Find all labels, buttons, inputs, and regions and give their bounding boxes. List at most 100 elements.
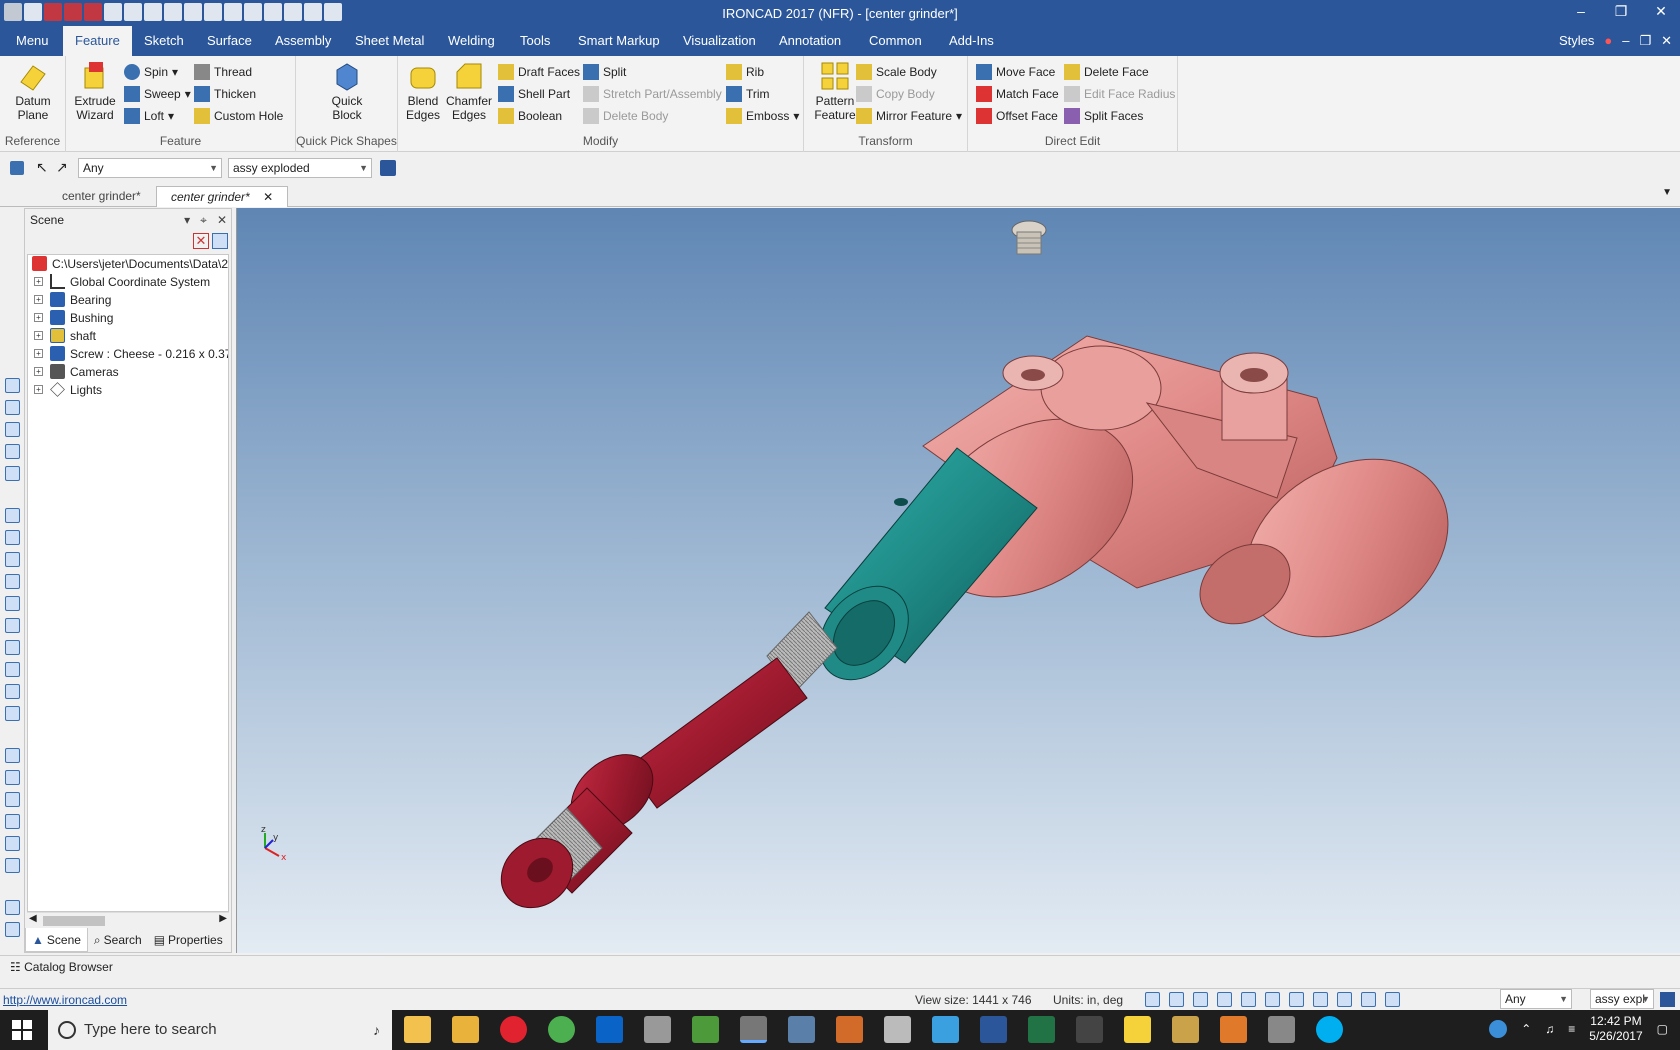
toolbar-icon[interactable] [5,466,20,481]
3d-viewport[interactable]: z y x [236,208,1680,953]
expand-icon[interactable]: + [34,367,43,376]
sticky-notes-icon[interactable] [1124,1016,1151,1043]
taskbar-search-input[interactable]: Type here to search ♪ [48,1010,392,1050]
tree-item-bearing[interactable]: + Bearing [28,291,228,309]
chevron-up-icon[interactable]: ⌃ [1521,1022,1531,1036]
file-explorer-icon[interactable] [404,1016,431,1043]
tab-search[interactable]: ⌕ Search [88,928,148,952]
volume-icon[interactable]: ♫ [1545,1022,1554,1036]
clear-filter-icon[interactable]: ✕ [193,233,209,249]
select-icon[interactable] [10,161,24,175]
copy-body-button[interactable]: Copy Body [856,84,935,104]
loft-button[interactable]: Loft ▾ [124,106,174,126]
doc-tab[interactable]: center grinder* [48,186,155,207]
toolbar-icon[interactable] [5,508,20,523]
chamfer-edges-button[interactable]: Chamfer Edges [444,60,494,122]
tree-item-cameras[interactable]: + Cameras [28,363,228,381]
ironcad-icon[interactable] [740,1016,767,1043]
calculator-icon[interactable] [1076,1016,1103,1043]
app-icon[interactable] [884,1016,911,1043]
tab-tools[interactable]: Tools [508,26,562,56]
screw-part[interactable] [1011,220,1047,255]
display-icon[interactable] [1337,992,1352,1007]
minimize-button[interactable]: – [1570,3,1592,20]
tree-item-lights[interactable]: + Lights [28,381,228,399]
tree-item-screw[interactable]: + Screw : Cheese - 0.216 x 0.375 [28,345,228,363]
scale-body-button[interactable]: Scale Body [856,62,937,82]
pin-icon[interactable]: ⌖ [200,209,207,231]
toolbar-icon[interactable] [5,748,20,763]
move-face-button[interactable]: Move Face [976,62,1055,82]
pan-icon[interactable] [1241,992,1256,1007]
tab-add-ins[interactable]: Add-Ins [937,26,1006,56]
tab-surface[interactable]: Surface [195,26,264,56]
expand-icon[interactable]: + [34,295,43,304]
opera-icon[interactable] [500,1016,527,1043]
skype-icon[interactable] [1316,1016,1343,1043]
word-icon[interactable] [980,1016,1007,1043]
offset-face-button[interactable]: Offset Face [976,106,1058,126]
select-mode-icon[interactable]: ↗ [56,159,68,176]
quick-block-button[interactable]: Quick Block [322,60,372,122]
doc-tab-active[interactable]: center grinder* ✕ [156,186,289,207]
system-clock[interactable]: 12:42 PM 5/26/2017 [1589,1014,1642,1044]
app-icon[interactable] [836,1016,863,1043]
app-icon[interactable] [932,1016,959,1043]
tree-item-shaft[interactable]: + shaft [28,327,228,345]
delete-body-button[interactable]: Delete Body [583,106,668,126]
selection-filter-select[interactable]: Any ▼ [78,158,222,178]
rib-button[interactable]: Rib [726,62,764,82]
mirror-feature-button[interactable]: Mirror Feature ▾ [856,106,962,126]
toolbar-icon[interactable] [5,770,20,785]
scroll-right-icon[interactable]: ▶ [219,913,227,924]
datum-plane-button[interactable]: Datum Plane [8,60,58,122]
shell-part-button[interactable]: Shell Part [498,84,570,104]
expand-icon[interactable]: + [34,313,43,322]
toolbar-icon[interactable] [5,640,20,655]
expand-icon[interactable]: + [34,277,43,286]
tab-visualization[interactable]: Visualization [671,26,768,56]
sort-icon[interactable] [212,233,228,249]
tree-item-global-coordinate-system[interactable]: + Global Coordinate System [28,273,228,291]
catalog-browser-bar[interactable]: ☷ Catalog Browser [0,955,1680,979]
view-orient-icon[interactable] [1193,992,1208,1007]
toolbar-icon[interactable] [5,574,20,589]
horizontal-scrollbar[interactable]: ◀ ▶ [27,912,229,928]
custom-hole-button[interactable]: Custom Hole [194,106,283,126]
trim-button[interactable]: Trim [726,84,770,104]
toolbar-icon[interactable] [5,400,20,415]
pointer-icon[interactable]: ↖ [36,159,48,176]
styles-menu[interactable]: Styles [1559,33,1594,49]
help-icon[interactable]: ● [1604,33,1612,49]
app-icon[interactable] [1220,1016,1247,1043]
ribbon-close-icon[interactable]: ✕ [1661,33,1672,49]
tab-welding[interactable]: Welding [436,26,507,56]
close-icon[interactable]: ✕ [263,190,273,204]
tab-menu[interactable]: Menu [4,26,61,56]
app-icon[interactable] [692,1016,719,1043]
status-filter-select[interactable]: Any ▼ [1500,989,1572,1009]
pointer-icon[interactable] [1385,992,1400,1007]
app-icon[interactable] [644,1016,671,1043]
delete-face-button[interactable]: Delete Face [1064,62,1149,82]
select-icon[interactable] [1361,992,1376,1007]
notifications-icon[interactable]: ▢ [1657,1022,1668,1036]
render-mode-icon[interactable] [1313,992,1328,1007]
thicken-button[interactable]: Thicken [194,84,256,104]
tree-item-bushing[interactable]: + Bushing [28,309,228,327]
toolbar-icon[interactable] [5,552,20,567]
spin-button[interactable]: Spin ▾ [124,62,178,82]
scroll-left-icon[interactable]: ◀ [29,913,37,924]
tab-sheet-metal[interactable]: Sheet Metal [343,26,436,56]
close-button[interactable]: ✕ [1650,3,1672,20]
toolbar-icon[interactable] [5,814,20,829]
toolbar-icon[interactable] [5,858,20,873]
standard-views-icon[interactable] [1217,992,1232,1007]
toolbar-icon[interactable] [5,922,20,937]
help-icon[interactable] [1489,1020,1508,1038]
toolbar-icon[interactable] [5,422,20,437]
app-icon[interactable] [1268,1016,1295,1043]
blend-edges-button[interactable]: Blend Edges [398,60,448,122]
toolbar-icon[interactable] [5,444,20,459]
toolbar-icon[interactable] [5,596,20,611]
